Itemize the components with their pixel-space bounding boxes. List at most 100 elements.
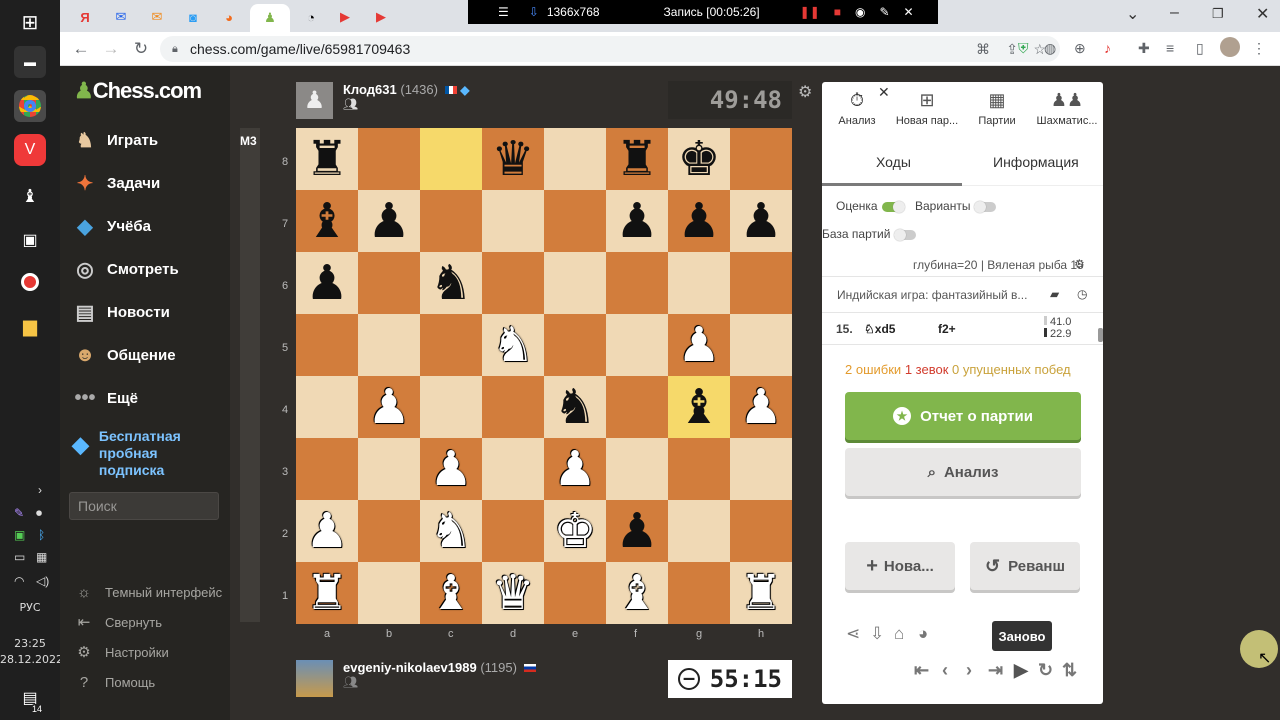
square-c7[interactable] xyxy=(420,190,482,252)
tab-new-game[interactable]: ⊞ Новая пар... xyxy=(894,90,960,127)
tab-inbox-icon[interactable]: ✉ xyxy=(142,6,172,28)
square-a4[interactable] xyxy=(296,376,358,438)
square-h8[interactable] xyxy=(730,128,792,190)
square-e1[interactable] xyxy=(544,562,606,624)
square-b6[interactable] xyxy=(358,252,420,314)
language-indicator[interactable]: РУС xyxy=(0,601,60,614)
rematch-button[interactable]: ↺ Реванш xyxy=(970,542,1080,590)
white-pawn-icon[interactable]: ♟ xyxy=(677,321,720,369)
minimize-icon[interactable]: – xyxy=(1170,4,1179,22)
sidepanel-icon[interactable]: ▯ xyxy=(1196,40,1204,57)
square-e7[interactable] xyxy=(544,190,606,252)
eval-switch[interactable] xyxy=(881,200,905,213)
black-queen-icon[interactable]: ♛ xyxy=(491,135,534,183)
square-f1[interactable]: ♝ xyxy=(606,562,668,624)
chesscom-logo[interactable]: ♟Chess.com xyxy=(74,78,202,104)
square-d3[interactable] xyxy=(482,438,544,500)
tab-chess-icon[interactable]: ♟ xyxy=(250,4,290,32)
square-b3[interactable] xyxy=(358,438,420,500)
pause-icon[interactable]: ❚❚ xyxy=(800,5,820,19)
square-d5[interactable]: ♞ xyxy=(482,314,544,376)
black-bishop-icon[interactable]: ♝ xyxy=(677,383,720,431)
nav-puzzles[interactable]: ✦ Задачи xyxy=(72,169,161,197)
square-e5[interactable] xyxy=(544,314,606,376)
tab-moves[interactable]: Ходы xyxy=(876,154,911,170)
new-game-button[interactable]: + Нова... xyxy=(845,542,955,590)
black-pawn-icon[interactable]: ♟ xyxy=(305,259,348,307)
square-h4[interactable]: ♟ xyxy=(730,376,792,438)
download-icon[interactable]: ⇩ xyxy=(870,624,884,644)
square-g5[interactable]: ♟ xyxy=(668,314,730,376)
square-h3[interactable] xyxy=(730,438,792,500)
first-move-icon[interactable]: ⇤ xyxy=(914,660,929,681)
profile-avatar[interactable] xyxy=(1220,37,1240,57)
square-b5[interactable] xyxy=(358,314,420,376)
lock-icon[interactable]: 🔒︎ xyxy=(172,43,178,56)
board-settings-icon[interactable]: ⚙ xyxy=(798,82,812,102)
help-link[interactable]: ? Помощь xyxy=(74,672,155,692)
square-f7[interactable]: ♟ xyxy=(606,190,668,252)
black-rook-icon[interactable]: ♜ xyxy=(305,135,348,183)
window-close-icon[interactable]: ✕ xyxy=(1256,4,1269,24)
play-icon[interactable]: ▶ xyxy=(1014,660,1028,681)
square-c2[interactable]: ♞ xyxy=(420,500,482,562)
engine-settings-icon[interactable]: ⚙ xyxy=(1074,257,1085,271)
square-a8[interactable]: ♜ xyxy=(296,128,358,190)
bottom-player-avatar[interactable] xyxy=(296,660,333,697)
chevron-up-icon[interactable]: › xyxy=(38,483,42,497)
notification-icon[interactable]: ▤ 14 xyxy=(14,682,46,714)
chrome-icon[interactable] xyxy=(14,90,46,122)
tab-youtube-icon[interactable]: ▶ xyxy=(330,6,360,28)
url-field[interactable]: 🔒︎ chess.com/game/live/65981709463 ⌘ ⇪ ☆ xyxy=(160,36,1060,62)
white-queen-icon[interactable]: ♛ xyxy=(491,569,534,617)
close-recorder-icon[interactable]: ✕ xyxy=(904,5,914,19)
close-icon[interactable]: ✕ xyxy=(878,84,890,101)
square-c5[interactable] xyxy=(420,314,482,376)
nav-social[interactable]: ☻ Общение xyxy=(72,341,175,369)
square-f6[interactable] xyxy=(606,252,668,314)
nav-watch[interactable]: ◎ Смотреть xyxy=(72,255,178,283)
reload-icon[interactable]: ↻ xyxy=(130,38,152,60)
square-h2[interactable] xyxy=(730,500,792,562)
black-pawn-icon[interactable]: ♟ xyxy=(615,507,658,555)
square-c8[interactable] xyxy=(420,128,482,190)
sidebar-search-input[interactable]: Поиск xyxy=(69,492,219,520)
tab-messenger-icon[interactable]: ◙ xyxy=(178,6,208,28)
menu-icon[interactable]: ☰ xyxy=(498,5,509,19)
restart-icon[interactable]: ↻ xyxy=(1038,660,1053,681)
black-pawn-icon[interactable]: ♟ xyxy=(615,197,658,245)
volume-icon[interactable]: ◁) xyxy=(36,574,49,588)
square-g6[interactable] xyxy=(668,252,730,314)
free-trial-promo[interactable]: ◆ Бесплатная пробная подписка xyxy=(72,428,181,479)
nav-learn[interactable]: ◆ Учёба xyxy=(72,212,151,240)
black-rook-icon[interactable]: ♜ xyxy=(615,135,658,183)
folder-icon[interactable]: ▆ xyxy=(14,310,46,342)
square-f4[interactable] xyxy=(606,376,668,438)
nav-play[interactable]: ♞ Играть xyxy=(72,126,158,154)
battery-app-icon[interactable]: ▣ xyxy=(14,528,25,542)
black-bishop-icon[interactable]: ♝ xyxy=(305,197,348,245)
square-f2[interactable]: ♟ xyxy=(606,500,668,562)
square-g2[interactable] xyxy=(668,500,730,562)
pen-icon[interactable]: ✎ xyxy=(14,506,24,520)
recording-tray-icon[interactable]: ⏺ xyxy=(36,506,42,521)
variants-switch[interactable] xyxy=(974,200,997,213)
chess-app-icon[interactable]: ♝ xyxy=(14,180,46,212)
clock-date[interactable]: 28.12.2022 xyxy=(0,653,63,666)
square-a1[interactable]: ♜ xyxy=(296,562,358,624)
extension-shield-icon[interactable]: ⛨ xyxy=(1018,40,1029,57)
black-pawn-icon[interactable]: ♟ xyxy=(367,197,410,245)
collapse-button[interactable]: ⇤ Свернуть xyxy=(74,612,162,632)
pin-icon[interactable]: ⇩ xyxy=(529,5,539,19)
square-c4[interactable] xyxy=(420,376,482,438)
black-move[interactable]: f2+ xyxy=(938,322,956,336)
square-f8[interactable]: ♜ xyxy=(606,128,668,190)
white-pawn-icon[interactable]: ♟ xyxy=(367,383,410,431)
square-a7[interactable]: ♝ xyxy=(296,190,358,252)
nav-news[interactable]: ▤ Новости xyxy=(72,298,170,326)
square-d1[interactable]: ♛ xyxy=(482,562,544,624)
square-e4[interactable]: ♞ xyxy=(544,376,606,438)
square-h1[interactable]: ♜ xyxy=(730,562,792,624)
top-player-avatar[interactable]: ♟ xyxy=(296,82,333,119)
white-king-icon[interactable]: ♚ xyxy=(553,507,596,555)
